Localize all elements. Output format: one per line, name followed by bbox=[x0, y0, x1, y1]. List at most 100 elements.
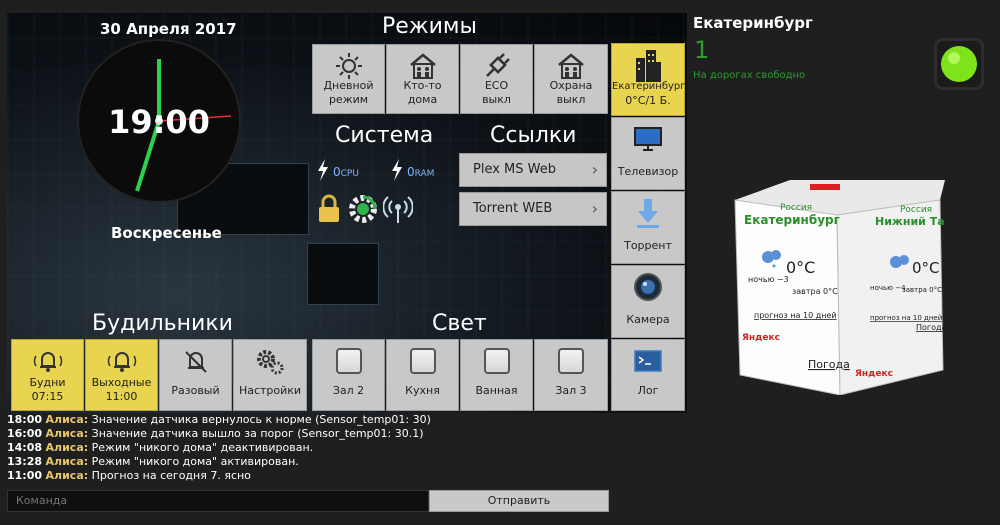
side-weather-button[interactable]: Екатеринбург 0°C/1 Б. bbox=[611, 43, 686, 116]
link-label: Torrent WEB bbox=[473, 201, 553, 216]
alarm-label: Будни bbox=[29, 376, 66, 389]
log-author: Алиса: bbox=[45, 441, 89, 454]
cube-right-weather-link[interactable]: Погода bbox=[916, 323, 947, 332]
cube-left-tomorrow: завтра 0°C bbox=[792, 287, 838, 296]
alarm-weekends-button[interactable]: Выходные 11:00 bbox=[85, 339, 158, 411]
log-text: Прогноз на сегодня 7. ясно bbox=[91, 469, 251, 482]
light-hall2-toggle[interactable]: Зал 2 bbox=[312, 339, 385, 411]
alarms-title: Будильники bbox=[92, 311, 233, 336]
side-torrent-button[interactable]: Торрент bbox=[611, 191, 685, 264]
ram-value: 0 bbox=[407, 165, 415, 179]
link-torrent-web[interactable]: Torrent WEB › bbox=[459, 192, 607, 226]
light-switch-icon bbox=[461, 346, 532, 376]
side-log-button[interactable]: Лог bbox=[611, 339, 685, 411]
side-label: Торрент bbox=[624, 239, 672, 252]
cube-left-forecast-link[interactable]: прогноз на 10 дней bbox=[754, 311, 837, 320]
side-label: Лог bbox=[637, 384, 659, 397]
cube-left-temp: 0°C bbox=[786, 258, 815, 277]
modes-title: Режимы bbox=[382, 14, 477, 39]
mode-state: выкл bbox=[482, 93, 511, 106]
mode-state: выкл bbox=[556, 93, 586, 106]
log-entry: 13:28 Алиса: Режим "никого дома" активир… bbox=[7, 455, 609, 469]
light-hall3-toggle[interactable]: Зал 3 bbox=[534, 339, 608, 411]
event-log: 18:00 Алиса: Значение датчика вернулось … bbox=[7, 413, 609, 483]
cube-left-weather-link[interactable]: Погода bbox=[808, 358, 850, 371]
bell-off-icon bbox=[160, 346, 231, 376]
light-kitchen-toggle[interactable]: Кухня bbox=[386, 339, 459, 411]
log-entry: 14:08 Алиса: Режим "никого дома" деактив… bbox=[7, 441, 609, 455]
log-author: Алиса: bbox=[45, 427, 89, 440]
tv-icon bbox=[612, 124, 684, 154]
alarm-weekdays-button[interactable]: Будни 07:15 bbox=[11, 339, 84, 411]
ram-unit: RAM bbox=[414, 169, 435, 179]
alarm-label: Выходные bbox=[91, 376, 152, 389]
alarm-bell-icon bbox=[86, 346, 157, 376]
log-author: Алиса: bbox=[45, 413, 89, 426]
light-label: Кухня bbox=[405, 384, 440, 397]
light-label: Зал 2 bbox=[332, 384, 365, 397]
settings-gear-icon[interactable] bbox=[347, 193, 379, 229]
log-time: 13:28 bbox=[7, 455, 43, 468]
cube-left-night: ночью −3 bbox=[748, 275, 789, 284]
mode-label: Кто-то bbox=[403, 79, 442, 92]
cube-left-city: Екатеринбург bbox=[744, 213, 840, 227]
lightning-icon bbox=[391, 159, 403, 185]
side-label: Телевизор bbox=[617, 165, 679, 178]
alarm-time: 07:15 bbox=[31, 390, 64, 403]
light-label: Зал 3 bbox=[555, 384, 587, 397]
log-text: Значение датчика вернулось к норме (Sens… bbox=[91, 413, 431, 426]
traffic-light-icon[interactable] bbox=[930, 36, 988, 96]
security-home-icon bbox=[535, 51, 607, 81]
log-author: Алиса: bbox=[45, 469, 89, 482]
log-entry: 18:00 Алиса: Значение датчика вернулось … bbox=[7, 413, 609, 427]
mode-state: режим bbox=[328, 93, 369, 106]
send-button[interactable]: Отправить bbox=[429, 490, 609, 512]
link-plex-web[interactable]: Plex MS Web › bbox=[459, 153, 607, 187]
weather-cube[interactable]: Россия Екатеринбург 0°C ночью −3 завтра … bbox=[730, 180, 966, 396]
sun-icon bbox=[313, 51, 384, 81]
mode-security-button[interactable]: Охрана выкл bbox=[534, 44, 608, 114]
network-signal-icon[interactable] bbox=[382, 193, 414, 229]
mode-label: Охрана bbox=[549, 79, 593, 92]
light-switch-icon bbox=[313, 346, 384, 376]
alarm-settings-button[interactable]: Настройки bbox=[233, 339, 307, 411]
cube-right-temp: 0°C bbox=[912, 259, 940, 277]
alarm-once-button[interactable]: Разовый bbox=[159, 339, 232, 411]
alarm-label: Разовый bbox=[171, 384, 220, 397]
mode-label: ECO bbox=[484, 79, 509, 92]
mode-day-button[interactable]: Дневной режим bbox=[312, 44, 385, 114]
terminal-icon bbox=[612, 346, 684, 376]
cube-left-country: Россия bbox=[780, 203, 812, 213]
light-switch-icon bbox=[535, 346, 607, 376]
lock-icon[interactable] bbox=[317, 194, 341, 228]
mode-someone-home-button[interactable]: Кто-то дома bbox=[386, 44, 459, 114]
light-title: Свет bbox=[432, 311, 487, 336]
system-title: Система bbox=[335, 123, 434, 148]
log-time: 18:00 bbox=[7, 413, 43, 426]
camera-icon bbox=[612, 272, 684, 302]
traffic-status: На дорогах свободно bbox=[693, 70, 806, 81]
log-time: 16:00 bbox=[7, 427, 43, 440]
command-input[interactable]: Команда bbox=[7, 490, 429, 512]
light-bathroom-toggle[interactable]: Ванная bbox=[460, 339, 533, 411]
cube-right-tomorrow: завтра 0°C bbox=[902, 286, 942, 294]
side-tv-button[interactable]: Телевизор bbox=[611, 117, 685, 190]
lightning-icon bbox=[317, 159, 329, 185]
log-text: Режим "никого дома" деактивирован. bbox=[91, 441, 314, 454]
alarm-time: 11:00 bbox=[105, 390, 138, 403]
cpu-value: 0 bbox=[333, 165, 341, 179]
traffic-city: Екатеринбург bbox=[693, 14, 813, 32]
log-author: Алиса: bbox=[45, 455, 89, 468]
mode-eco-button[interactable]: ECO выкл bbox=[460, 44, 533, 114]
links-title: Ссылки bbox=[490, 123, 577, 148]
cpu-stat: 0CPU bbox=[333, 165, 359, 179]
side-label: Камера bbox=[626, 313, 670, 326]
alarm-label: Настройки bbox=[238, 384, 302, 397]
link-label: Plex MS Web bbox=[473, 162, 556, 177]
cube-right-brand: Яндекс bbox=[855, 369, 893, 379]
cube-right-country: Россия bbox=[900, 205, 932, 215]
city-buildings-icon bbox=[612, 50, 684, 82]
cube-right-forecast-link[interactable]: прогноз на 10 дней bbox=[870, 314, 942, 322]
light-switch-icon bbox=[387, 346, 458, 376]
side-camera-button[interactable]: Камера bbox=[611, 265, 685, 338]
